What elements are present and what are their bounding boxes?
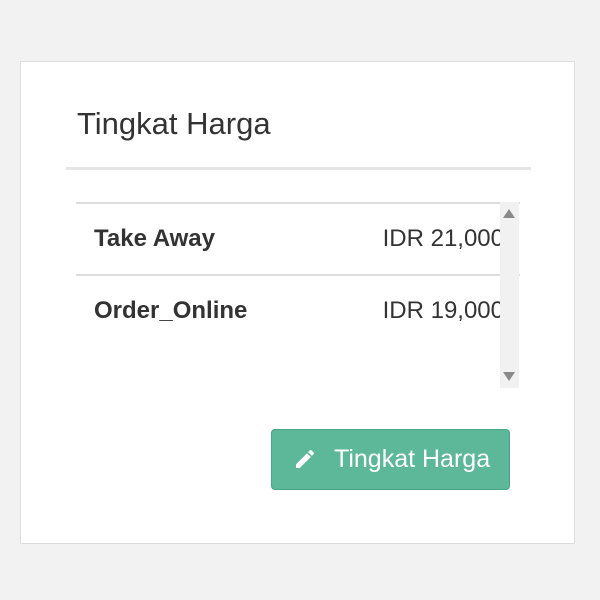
- price-level-price: IDR 19,000: [382, 297, 504, 324]
- edit-price-level-button[interactable]: Tingkat Harga: [271, 429, 510, 490]
- price-level-list[interactable]: Take Away IDR 21,000 Order_Online IDR 19…: [76, 202, 520, 388]
- pencil-icon: [293, 447, 317, 471]
- card-title: Tingkat Harga: [77, 106, 271, 141]
- price-level-price: IDR 21,000: [382, 225, 504, 252]
- title-divider: [66, 167, 531, 170]
- edit-button-label: Tingkat Harga: [334, 445, 491, 473]
- price-level-name: Take Away: [94, 225, 215, 252]
- list-scrollbar[interactable]: [500, 202, 519, 388]
- list-item: Order_Online IDR 19,000: [76, 274, 520, 346]
- scroll-down-arrow-icon[interactable]: [503, 372, 515, 381]
- price-level-name: Order_Online: [94, 297, 248, 324]
- price-level-card: Tingkat Harga Take Away IDR 21,000 Order…: [20, 61, 575, 544]
- list-item: Take Away IDR 21,000: [76, 202, 520, 274]
- scroll-up-arrow-icon[interactable]: [503, 209, 515, 218]
